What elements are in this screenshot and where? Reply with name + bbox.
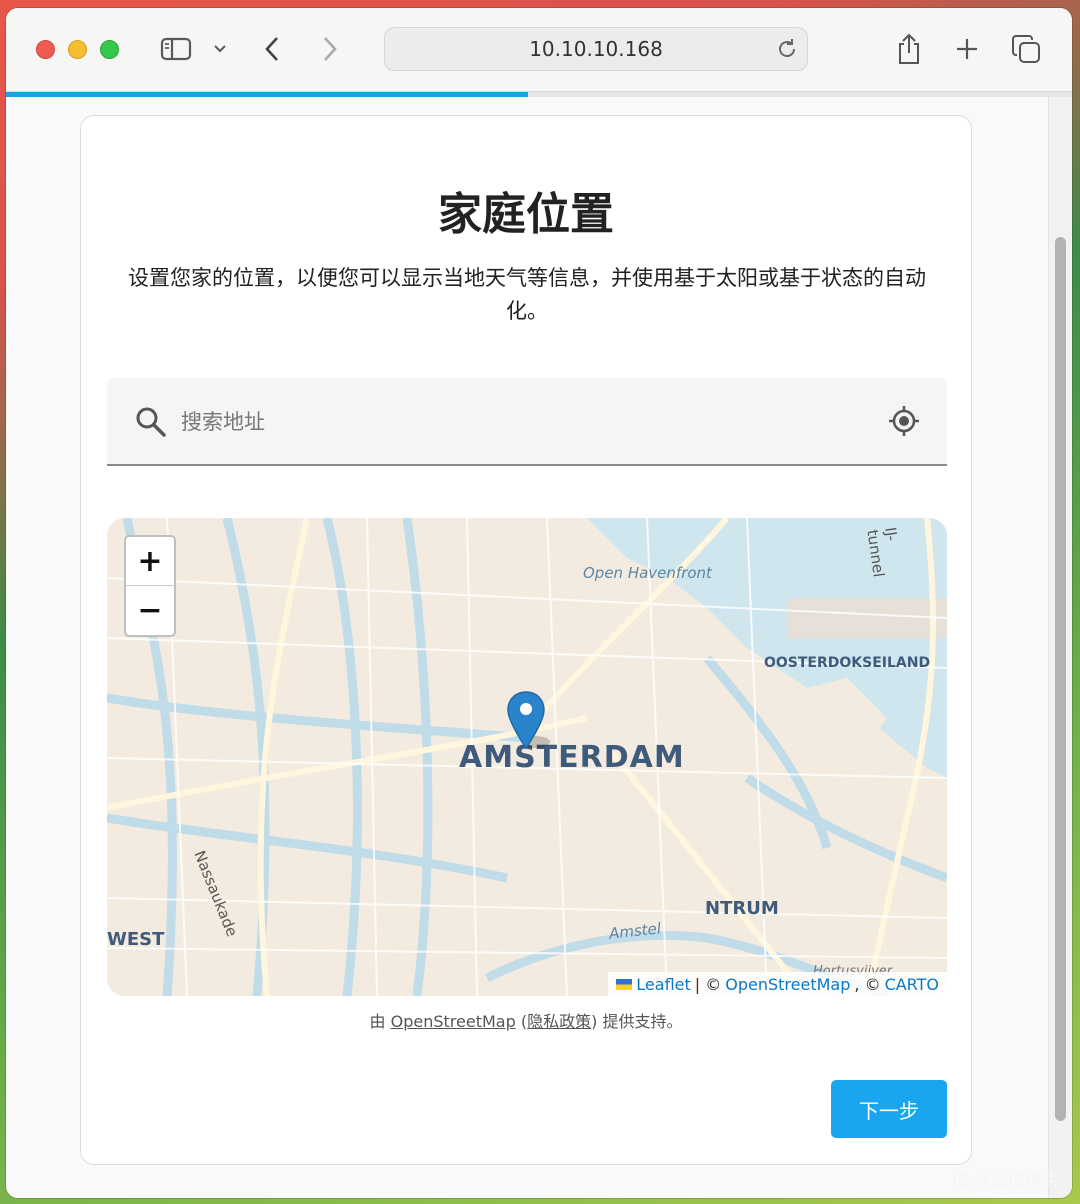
map-zoom-control: + −: [124, 535, 176, 637]
map-label-oosterdok: OOSTERDOKSEILAND: [764, 655, 931, 671]
close-window-button[interactable]: [36, 40, 55, 59]
address-search-field[interactable]: [107, 378, 947, 466]
zoom-window-button[interactable]: [100, 40, 119, 59]
page-description: 设置您家的位置，以便您可以显示当地天气等信息，并使用基于太阳或基于状态的自动化。: [128, 266, 926, 323]
watermark: 值 什么值得买: [952, 1171, 1060, 1191]
minimize-window-button[interactable]: [68, 40, 87, 59]
zoom-in-button[interactable]: +: [126, 537, 174, 586]
map-label-ij-tunnel: IJ-tunnel: [863, 526, 901, 579]
privacy-policy-link[interactable]: 隐私政策: [527, 1012, 591, 1031]
map-label-havenfront: Open Havenfront: [583, 564, 712, 582]
credit-osm-link[interactable]: OpenStreetMap: [391, 1012, 516, 1031]
share-icon[interactable]: [894, 32, 924, 66]
address-bar[interactable]: 10.10.10.168: [384, 27, 808, 71]
attribution-separator-1: | ©: [694, 974, 722, 994]
map-label-city: AMSTERDAM: [459, 740, 685, 775]
reload-icon[interactable]: [775, 37, 799, 66]
openstreetmap-link[interactable]: OpenStreetMap: [725, 975, 850, 994]
search-input[interactable]: [181, 400, 861, 444]
my-location-icon[interactable]: [887, 404, 921, 443]
chevron-down-icon[interactable]: [210, 32, 230, 66]
back-icon[interactable]: [260, 32, 284, 66]
location-map[interactable]: Open Havenfront OOSTERDOKSEILAND IJ-tunn…: [107, 518, 947, 996]
page-content: 家庭位置 设置您家的位置，以便您可以显示当地天气等信息，并使用基于太阳或基于状态…: [6, 97, 1072, 1198]
page-title: 家庭位置: [438, 189, 614, 240]
browser-toolbar: 10.10.10.168: [6, 8, 1072, 92]
ukraine-flag-icon: [616, 978, 633, 990]
browser-window: 10.10.10.168 家庭位置 设置您家的位置，以便您可以显示当地天气等信息…: [6, 8, 1072, 1198]
map-credit: 由 OpenStreetMap (隐私政策) 提供支持。: [81, 1008, 971, 1032]
new-tab-icon[interactable]: [952, 32, 982, 66]
location-pin-icon[interactable]: [506, 690, 550, 759]
carto-link[interactable]: CARTO: [885, 975, 939, 994]
credit-suffix: ) 提供支持。: [591, 1012, 683, 1031]
forward-icon[interactable]: [318, 32, 342, 66]
attribution-separator-2: , ©: [854, 974, 881, 994]
map-attribution: Leaflet | © OpenStreetMap, © CARTO: [608, 972, 947, 996]
sidebar-toggle-icon[interactable]: [158, 32, 194, 66]
credit-prefix: 由: [369, 1012, 386, 1031]
map-label-centrum: NTRUM: [705, 898, 779, 919]
map-label-west: WEST: [107, 929, 165, 950]
url-text: 10.10.10.168: [529, 37, 663, 61]
scrollbar-thumb[interactable]: [1055, 237, 1066, 1121]
next-button[interactable]: 下一步: [831, 1080, 947, 1138]
tab-overview-icon[interactable]: [1010, 32, 1042, 66]
zoom-out-button[interactable]: −: [126, 586, 174, 635]
onboarding-card: 家庭位置 设置您家的位置，以便您可以显示当地天气等信息，并使用基于太阳或基于状态…: [80, 115, 972, 1165]
leaflet-link[interactable]: Leaflet: [636, 975, 690, 994]
search-icon: [135, 406, 167, 443]
